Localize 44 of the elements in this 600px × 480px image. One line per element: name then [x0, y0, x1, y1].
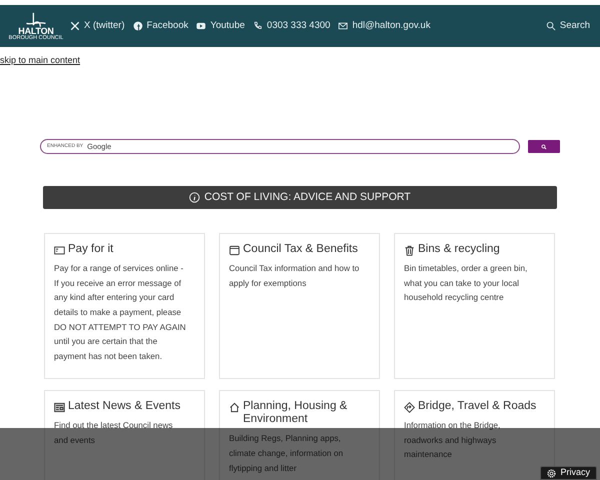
phone-icon — [252, 21, 263, 31]
service-card[interactable]: Planning, Housing & Environment Building Regs, Planning apps, climate change, information on flytipping and litter — [219, 390, 380, 480]
x-link[interactable]: X (twitter) — [70, 18, 125, 34]
mail-icon — [338, 21, 348, 31]
card-description: Information on the Bridge, roadworks and highways maintenance — [404, 419, 502, 462]
card-description: Bin timetables, order a green bin, what you can take to your local household recycling centre — [404, 262, 528, 304]
service-card[interactable]: Council Tax & Benefits Council Tax information and how to apply for exemptions — [219, 233, 380, 379]
newspaper-icon — [54, 402, 65, 413]
facebook-link[interactable]: Facebook — [132, 18, 188, 34]
logo-name: HALTON — [18, 26, 54, 36]
card-icon — [54, 245, 65, 256]
search-icon — [546, 21, 556, 31]
play-icon — [196, 21, 206, 31]
window-icon — [229, 245, 240, 256]
service-card[interactable] — [44, 233, 205, 379]
mail-link[interactable]: hdl@halton.gov.uk — [338, 18, 430, 34]
gear-icon — [547, 468, 556, 478]
facebook-icon — [132, 21, 143, 31]
search-link[interactable]: Search — [546, 18, 590, 34]
card-title: Planning, Housing & Environment — [243, 400, 348, 426]
sign-icon — [404, 402, 415, 413]
card-title: Latest News & Events — [68, 400, 180, 414]
service-card[interactable]: Bins & recycling Bin timetables, order a green bin, what you can take to your local household recycling centre — [394, 233, 555, 379]
service-card[interactable]: Latest News & Events Find out the latest Council news and events — [44, 390, 205, 480]
phone-link[interactable]: 0303 333 4300 — [252, 18, 330, 34]
cost-of-living-banner[interactable]: COST OF LIVING: ADVICE AND SUPPORT — [43, 186, 557, 209]
privacy-button[interactable]: Privacy — [540, 466, 597, 480]
card-description: Building Regs, Planning apps, climate change, information on flytipping and litter — [229, 432, 344, 475]
info-icon — [189, 192, 200, 203]
search-button[interactable] — [528, 140, 560, 153]
card-title: Pay for it — [68, 243, 114, 256]
card-description: Pay for a range of services online - If you receive an error message of any kind after entering your card details to make a payment, please DO NOT ATTEMPT TO PAY AGAIN until you are certain that the payment has not been taken. — [54, 262, 187, 363]
youtube-link[interactable]: Youtube — [196, 18, 245, 34]
card-description: Council Tax information and how to apply for exemptions — [229, 262, 360, 290]
house-icon — [229, 402, 240, 413]
x-logo-icon — [70, 21, 80, 31]
search-icon — [541, 144, 547, 150]
card-title: Bins & recycling — [418, 243, 500, 256]
card-description: Find out the latest Council news and events — [54, 419, 174, 447]
card-title: Bridge, Travel & Roads — [418, 400, 536, 414]
banner-text: COST OF LIVING: ADVICE AND SUPPORT — [204, 190, 411, 205]
card-title: Council Tax & Benefits — [243, 243, 358, 256]
skip-link[interactable]: skip to main content — [0, 54, 80, 68]
trash-icon — [404, 245, 415, 256]
